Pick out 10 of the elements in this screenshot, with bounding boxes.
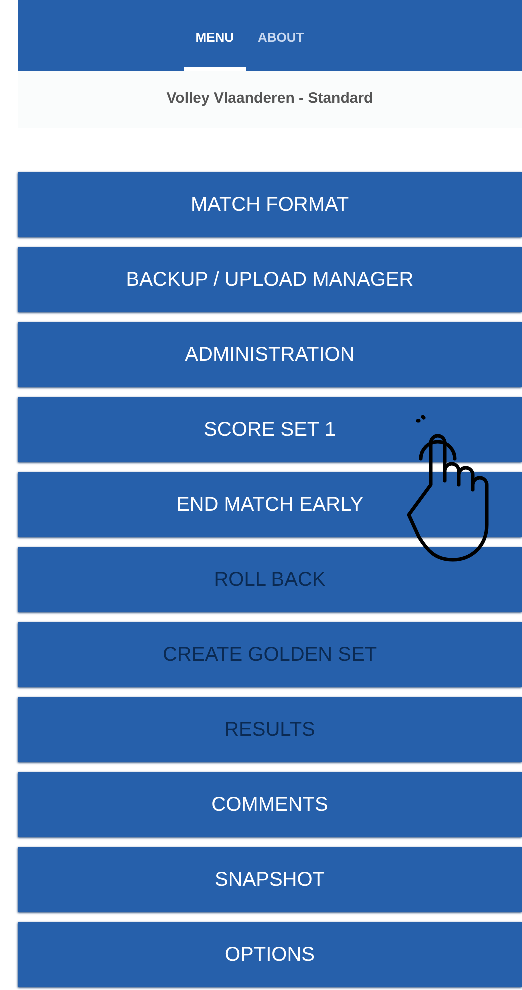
menu-button[interactable]: MATCH FORMAT	[18, 172, 522, 237]
menu-button[interactable]: OPTIONS	[18, 922, 522, 987]
menu-button[interactable]: COMMENTS	[18, 772, 522, 837]
tab[interactable]: ABOUT	[246, 24, 316, 71]
menu-button[interactable]: BACKUP / UPLOAD MANAGER	[18, 247, 522, 312]
menu-button[interactable]: SNAPSHOT	[18, 847, 522, 912]
menu-button[interactable]: END MATCH EARLY	[18, 472, 522, 537]
format-name: Volley Vlaanderen - Standard	[166, 89, 374, 110]
menu-button[interactable]: ADMINISTRATION	[18, 322, 522, 387]
menu-button[interactable]: SCORE SET 1	[18, 397, 522, 462]
